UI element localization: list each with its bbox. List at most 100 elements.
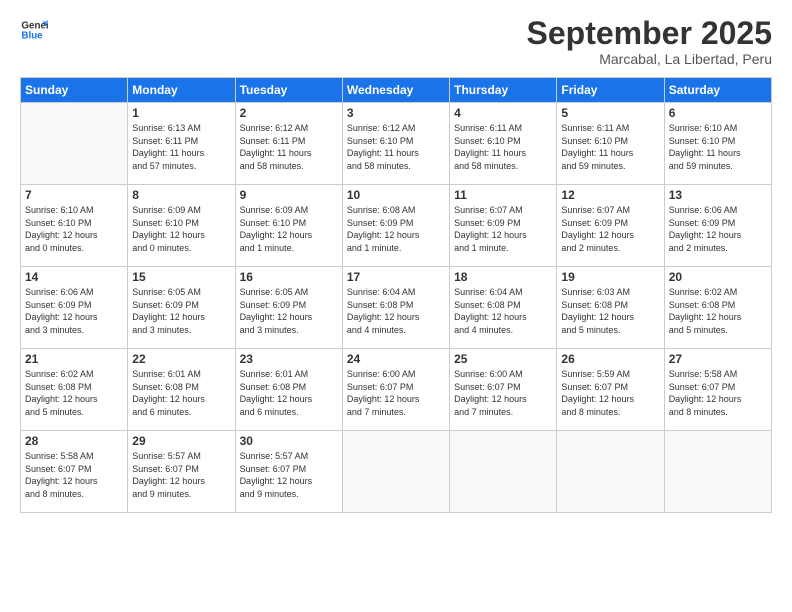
day-info: Sunrise: 6:10 AMSunset: 6:10 PMDaylight:… [25, 204, 123, 254]
day-info: Sunrise: 6:06 AMSunset: 6:09 PMDaylight:… [669, 204, 767, 254]
day-number: 4 [454, 106, 552, 120]
day-info: Sunrise: 6:01 AMSunset: 6:08 PMDaylight:… [240, 368, 338, 418]
day-number: 19 [561, 270, 659, 284]
table-row [21, 103, 128, 185]
day-info: Sunrise: 6:06 AMSunset: 6:09 PMDaylight:… [25, 286, 123, 336]
table-row: 14Sunrise: 6:06 AMSunset: 6:09 PMDayligh… [21, 267, 128, 349]
title-block: September 2025 Marcabal, La Libertad, Pe… [527, 16, 772, 67]
day-number: 22 [132, 352, 230, 366]
table-row: 3 Sunrise: 6:12 AMSunset: 6:10 PMDaylight… [342, 103, 449, 185]
col-wednesday: Wednesday [342, 78, 449, 103]
table-row: 11 Sunrise: 6:07 AMSunset: 6:09 PMDayligh… [450, 185, 557, 267]
day-info: Sunrise: 6:09 AMSunset: 6:10 PMDaylight:… [240, 204, 338, 254]
main-title: September 2025 [527, 16, 772, 51]
header: General Blue September 2025 Marcabal, La… [20, 16, 772, 67]
day-number: 15 [132, 270, 230, 284]
day-info: Sunrise: 6:04 AMSunset: 6:08 PMDaylight:… [347, 286, 445, 336]
day-number: 5 [561, 106, 659, 120]
table-row: 28 Sunrise: 5:58 AMSunset: 6:07 PMDayligh… [21, 431, 128, 513]
table-row: 12 Sunrise: 6:07 AMSunset: 6:09 PMDayligh… [557, 185, 664, 267]
logo-icon: General Blue [20, 16, 48, 44]
day-info: Sunrise: 6:11 AMSunset: 6:10 PMDaylight:… [454, 122, 552, 172]
day-info: Sunrise: 5:58 AMSunset: 6:07 PMDaylight:… [25, 450, 123, 500]
day-number: 24 [347, 352, 445, 366]
table-row: 9 Sunrise: 6:09 AMSunset: 6:10 PMDaylight… [235, 185, 342, 267]
calendar: Sunday Monday Tuesday Wednesday Thursday… [20, 77, 772, 513]
col-thursday: Thursday [450, 78, 557, 103]
day-number: 12 [561, 188, 659, 202]
svg-text:Blue: Blue [21, 30, 43, 41]
table-row: 20 Sunrise: 6:02 AMSunset: 6:08 PMDayligh… [664, 267, 771, 349]
day-number: 23 [240, 352, 338, 366]
day-number: 10 [347, 188, 445, 202]
day-info: Sunrise: 5:59 AMSunset: 6:07 PMDaylight:… [561, 368, 659, 418]
table-row: 8Sunrise: 6:09 AMSunset: 6:10 PMDaylight… [128, 185, 235, 267]
col-sunday: Sunday [21, 78, 128, 103]
day-number: 17 [347, 270, 445, 284]
day-number: 18 [454, 270, 552, 284]
col-tuesday: Tuesday [235, 78, 342, 103]
day-info: Sunrise: 6:02 AMSunset: 6:08 PMDaylight:… [25, 368, 123, 418]
day-number: 28 [25, 434, 123, 448]
day-info: Sunrise: 6:03 AMSunset: 6:08 PMDaylight:… [561, 286, 659, 336]
day-info: Sunrise: 6:11 AMSunset: 6:10 PMDaylight:… [561, 122, 659, 172]
day-number: 3 [347, 106, 445, 120]
table-row: 7 Sunrise: 6:10 AMSunset: 6:10 PMDaylight… [21, 185, 128, 267]
day-info: Sunrise: 6:08 AMSunset: 6:09 PMDaylight:… [347, 204, 445, 254]
table-row: 2Sunrise: 6:12 AMSunset: 6:11 PMDaylight… [235, 103, 342, 185]
day-number: 16 [240, 270, 338, 284]
day-info: Sunrise: 6:00 AMSunset: 6:07 PMDaylight:… [347, 368, 445, 418]
day-number: 7 [25, 188, 123, 202]
day-number: 27 [669, 352, 767, 366]
day-number: 2 [240, 106, 338, 120]
table-row: 30 Sunrise: 5:57 AMSunset: 6:07 PMDayligh… [235, 431, 342, 513]
table-row [557, 431, 664, 513]
table-row: 18Sunrise: 6:04 AMSunset: 6:08 PMDayligh… [450, 267, 557, 349]
table-row [450, 431, 557, 513]
day-number: 26 [561, 352, 659, 366]
table-row [342, 431, 449, 513]
day-info: Sunrise: 6:05 AMSunset: 6:09 PMDaylight:… [240, 286, 338, 336]
day-info: Sunrise: 6:02 AMSunset: 6:08 PMDaylight:… [669, 286, 767, 336]
day-info: Sunrise: 6:12 AMSunset: 6:10 PMDaylight:… [347, 122, 445, 172]
table-row: 23 Sunrise: 6:01 AMSunset: 6:08 PMDayligh… [235, 349, 342, 431]
table-row: 16 Sunrise: 6:05 AMSunset: 6:09 PMDayligh… [235, 267, 342, 349]
table-row: 17 Sunrise: 6:04 AMSunset: 6:08 PMDayligh… [342, 267, 449, 349]
calendar-header-row: Sunday Monday Tuesday Wednesday Thursday… [21, 78, 772, 103]
day-info: Sunrise: 5:57 AMSunset: 6:07 PMDaylight:… [132, 450, 230, 500]
day-info: Sunrise: 6:07 AMSunset: 6:09 PMDaylight:… [561, 204, 659, 254]
day-number: 25 [454, 352, 552, 366]
col-saturday: Saturday [664, 78, 771, 103]
table-row: 13 Sunrise: 6:06 AMSunset: 6:09 PMDayligh… [664, 185, 771, 267]
day-number: 20 [669, 270, 767, 284]
table-row: 10 Sunrise: 6:08 AMSunset: 6:09 PMDayligh… [342, 185, 449, 267]
day-number: 29 [132, 434, 230, 448]
sub-title: Marcabal, La Libertad, Peru [527, 51, 772, 67]
table-row: 5 Sunrise: 6:11 AMSunset: 6:10 PMDaylight… [557, 103, 664, 185]
day-number: 30 [240, 434, 338, 448]
table-row: 27Sunrise: 5:58 AMSunset: 6:07 PMDayligh… [664, 349, 771, 431]
day-number: 11 [454, 188, 552, 202]
col-friday: Friday [557, 78, 664, 103]
day-number: 21 [25, 352, 123, 366]
day-number: 9 [240, 188, 338, 202]
table-row: 4 Sunrise: 6:11 AMSunset: 6:10 PMDaylight… [450, 103, 557, 185]
table-row: 19 Sunrise: 6:03 AMSunset: 6:08 PMDayligh… [557, 267, 664, 349]
logo: General Blue [20, 16, 48, 44]
day-info: Sunrise: 6:10 AMSunset: 6:10 PMDaylight:… [669, 122, 767, 172]
day-info: Sunrise: 6:05 AMSunset: 6:09 PMDaylight:… [132, 286, 230, 336]
day-info: Sunrise: 6:00 AMSunset: 6:07 PMDaylight:… [454, 368, 552, 418]
day-number: 13 [669, 188, 767, 202]
day-number: 1 [132, 106, 230, 120]
table-row: 24 Sunrise: 6:00 AMSunset: 6:07 PMDayligh… [342, 349, 449, 431]
table-row: 22Sunrise: 6:01 AMSunset: 6:08 PMDayligh… [128, 349, 235, 431]
table-row: 25 Sunrise: 6:00 AMSunset: 6:07 PMDayligh… [450, 349, 557, 431]
table-row: 1Sunrise: 6:13 AMSunset: 6:11 PMDaylight… [128, 103, 235, 185]
table-row [664, 431, 771, 513]
day-info: Sunrise: 6:07 AMSunset: 6:09 PMDaylight:… [454, 204, 552, 254]
day-info: Sunrise: 6:09 AMSunset: 6:10 PMDaylight:… [132, 204, 230, 254]
day-info: Sunrise: 5:57 AMSunset: 6:07 PMDaylight:… [240, 450, 338, 500]
col-monday: Monday [128, 78, 235, 103]
table-row: 6Sunrise: 6:10 AMSunset: 6:10 PMDaylight… [664, 103, 771, 185]
table-row: 26 Sunrise: 5:59 AMSunset: 6:07 PMDayligh… [557, 349, 664, 431]
